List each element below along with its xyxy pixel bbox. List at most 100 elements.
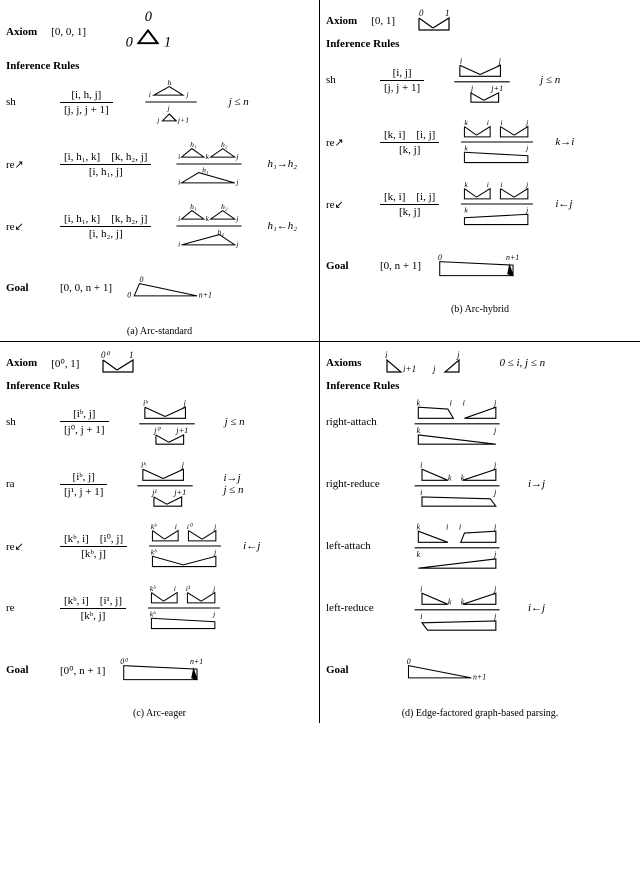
- svg-text:j: j: [470, 84, 474, 93]
- svg-text:j: j: [493, 584, 497, 593]
- rule-ra-diagram: iᵇj j¹j+1: [117, 460, 213, 508]
- axiom-label: Axiom: [6, 357, 37, 369]
- rule-sh-diagram: h ij j jj+1: [123, 78, 219, 126]
- rule-reL-diagram: kiij kj: [449, 180, 545, 228]
- svg-text:n+1: n+1: [191, 657, 204, 666]
- rule-reL-diagram: kᵇii⁰j kᵇj: [137, 522, 233, 570]
- svg-text:n+1: n+1: [199, 291, 212, 300]
- svg-text:kᵇ: kᵇ: [150, 610, 156, 619]
- svg-text:k: k: [448, 597, 452, 606]
- svg-text:0: 0: [139, 275, 143, 284]
- axiom-label: Axioms: [326, 357, 361, 369]
- rule-reR-diagram: kiij kj: [449, 118, 545, 166]
- svg-text:h₁: h₁: [191, 140, 198, 149]
- rules-label: Inference Rules: [6, 380, 313, 392]
- rules-label: Inference Rules: [326, 380, 634, 392]
- svg-text:i: i: [459, 522, 462, 531]
- svg-text:j: j: [236, 178, 239, 187]
- svg-text:i: i: [460, 56, 463, 65]
- goal-row: Goal [0, 0, n + 1] 0 0n+1: [6, 264, 313, 312]
- panel-caption: (c) Arc-eager: [6, 708, 313, 719]
- goal-diagram: 0 0n+1: [122, 264, 218, 312]
- panel-caption: (b) Arc-hybrid: [326, 304, 634, 315]
- svg-text:iᵇ: iᵇ: [141, 460, 146, 469]
- svg-text:j: j: [525, 118, 528, 127]
- rule-reR-diagram: h₁h₂ ikj h₁ ij: [161, 140, 257, 188]
- svg-text:i: i: [179, 178, 181, 187]
- panel-edge-factored: Axioms ii+1 jj 0 ≤ i, j ≤ n Inference Ru…: [320, 342, 640, 723]
- rule-sh: sh [i, j][j, j + 1] ij jj+1 j ≤ n: [326, 56, 634, 104]
- rule-left-attach: left-attach kiij kj: [326, 522, 634, 570]
- rule-ra: ra [iᵇ, j][j¹, j + 1] iᵇj j¹j+1 i→j j ≤ …: [6, 460, 313, 508]
- axiom-label: Axiom: [6, 26, 37, 38]
- svg-text:j+1: j+1: [177, 116, 189, 125]
- svg-text:j¹: j¹: [152, 488, 158, 497]
- svg-text:i: i: [174, 584, 176, 593]
- svg-text:j: j: [493, 426, 497, 435]
- svg-text:i: i: [420, 488, 423, 497]
- goal-diagram: 0⁰n+1: [115, 646, 211, 694]
- axiom-label: Axiom: [326, 15, 357, 27]
- svg-text:i: i: [420, 584, 423, 593]
- svg-text:kᵇ: kᵇ: [150, 584, 156, 593]
- svg-text:j: j: [525, 180, 528, 189]
- svg-text:j: j: [236, 152, 239, 161]
- rules-label: Inference Rules: [326, 38, 634, 50]
- panel-caption: (d) Edge-factored graph-based parsing.: [326, 708, 634, 719]
- rule-re-diagram: kᵇii¹j kᵇj: [136, 584, 232, 632]
- axiom-item: [0, 0, 1]: [51, 26, 86, 38]
- rules-label: Inference Rules: [6, 60, 313, 72]
- svg-text:1: 1: [164, 34, 171, 50]
- rule-right-reduce: right-reduce ikkj ij i→j: [326, 460, 634, 508]
- svg-text:kᵇ: kᵇ: [151, 522, 157, 531]
- svg-text:i: i: [179, 152, 181, 161]
- goal-row: Goal [0⁰, n + 1] 0⁰n+1: [6, 646, 313, 694]
- svg-text:i: i: [446, 522, 449, 531]
- svg-text:j+1: j+1: [174, 488, 187, 497]
- svg-text:i: i: [179, 240, 181, 249]
- svg-text:j: j: [493, 612, 497, 621]
- svg-text:k: k: [206, 152, 210, 161]
- panel-arc-hybrid: Axiom [0, 1] 01 Inference Rules sh [i, j…: [320, 0, 640, 342]
- svg-text:k: k: [465, 144, 469, 153]
- axiom-diagram: 0 01: [100, 8, 196, 56]
- rule-sh: sh [iᵇ, j][j⁰, j + 1] iᵇj j⁰j+1 j ≤ n: [6, 398, 313, 446]
- svg-text:i: i: [463, 398, 466, 407]
- svg-text:j: j: [185, 90, 188, 99]
- rule-right-attach: right-attach kiij kj: [326, 398, 634, 446]
- rule-lR-diagram: ikkj ij: [398, 584, 518, 632]
- svg-text:0: 0: [438, 253, 442, 262]
- goal-row: Goal 0n+1: [326, 646, 634, 694]
- svg-text:h₁: h₁: [203, 166, 210, 175]
- svg-text:k: k: [416, 426, 420, 435]
- rule-reL-diagram: h₁h₂ ikj h₂ ij: [161, 202, 257, 250]
- svg-text:j: j: [156, 116, 159, 125]
- svg-text:i: i: [179, 214, 181, 223]
- svg-text:h: h: [167, 78, 171, 87]
- axiom-diagram: 0⁰1: [93, 350, 143, 376]
- svg-text:j: j: [493, 398, 497, 407]
- axiom-item: [0⁰, 1]: [51, 357, 79, 370]
- svg-text:n+1: n+1: [473, 673, 486, 682]
- rule-sh: sh [i, h, j] [j, j, j + 1] h ij j jj+1 j…: [6, 78, 313, 126]
- svg-text:k: k: [416, 522, 420, 531]
- svg-text:k: k: [416, 550, 420, 559]
- rule-reL: re↙ [i, h₁, k] [k, h₂, j] [i, h₂, j] h₁h…: [6, 202, 313, 250]
- goal-row: Goal [0, n + 1] 0n+1: [326, 242, 634, 290]
- axiom-diagram: 01: [409, 8, 459, 34]
- rule-reR: re↗ [k, i] [i, j][k, j] kiij kj k→i: [326, 118, 634, 166]
- goal-diagram: 0n+1: [398, 646, 494, 694]
- rule-sh-diagram: iᵇj j⁰j+1: [119, 398, 215, 446]
- svg-text:k: k: [461, 473, 465, 482]
- svg-text:i: i: [487, 180, 489, 189]
- svg-text:h₁: h₁: [191, 202, 198, 211]
- svg-text:i⁰: i⁰: [187, 522, 194, 531]
- svg-text:i¹: i¹: [186, 584, 191, 593]
- svg-text:i: i: [501, 180, 503, 189]
- goal-diagram: 0n+1: [431, 242, 527, 290]
- rule-left-reduce: left-reduce ikkj ij i←j: [326, 584, 634, 632]
- svg-text:k: k: [448, 473, 452, 482]
- svg-text:j: j: [212, 610, 215, 619]
- svg-text:j: j: [456, 350, 460, 360]
- svg-text:j+1: j+1: [490, 84, 503, 93]
